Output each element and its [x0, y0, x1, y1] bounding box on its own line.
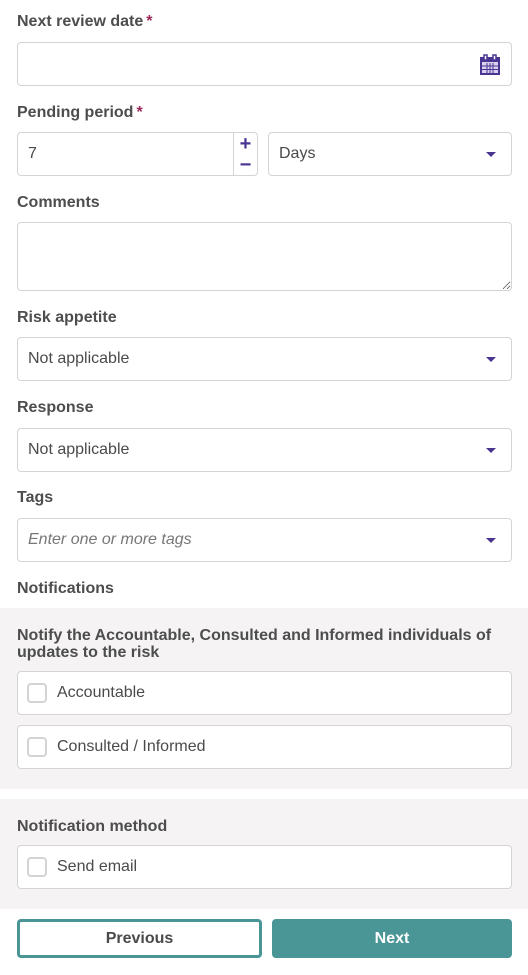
next-review-date-label: Next review date * — [17, 13, 153, 31]
calendar-icon[interactable] — [479, 54, 501, 76]
accountable-checkbox-row[interactable]: Accountable — [17, 671, 512, 715]
tags-label: Tags — [17, 489, 54, 506]
chevron-down-icon[interactable] — [486, 447, 496, 453]
accountable-checkbox[interactable] — [27, 683, 47, 703]
notify-panel: Notify the Accountable, Consulted and In… — [0, 608, 528, 789]
pending-period-unit-value: Days — [279, 145, 316, 162]
plus-icon[interactable]: + — [234, 133, 257, 154]
notifications-label: Notifications — [17, 580, 114, 597]
accountable-label: Accountable — [57, 684, 146, 701]
chevron-down-icon[interactable] — [486, 537, 496, 543]
required-marker: * — [136, 104, 143, 121]
next-review-date-input[interactable] — [17, 42, 512, 86]
tags-placeholder[interactable]: Enter one or more tags — [18, 531, 486, 549]
pending-period-label-text: Pending period — [17, 104, 134, 121]
send-email-label: Send email — [57, 858, 138, 875]
response-select[interactable]: Not applicable — [17, 428, 512, 472]
comments-label: Comments — [17, 194, 100, 211]
risk-appetite-label: Risk appetite — [17, 309, 117, 326]
response-value: Not applicable — [28, 441, 130, 458]
pending-period-value[interactable]: 7 — [18, 133, 233, 175]
send-email-checkbox[interactable] — [27, 857, 47, 877]
next-review-date-label-text: Next review date — [17, 13, 144, 30]
comments-textarea[interactable] — [17, 222, 512, 291]
consulted-informed-label: Consulted / Informed — [57, 738, 206, 755]
next-button[interactable]: Next — [272, 919, 512, 958]
notification-method-panel: Notification method Send email — [0, 799, 528, 909]
minus-icon[interactable]: − — [234, 154, 257, 175]
risk-appetite-select[interactable]: Not applicable — [17, 337, 512, 381]
risk-appetite-value: Not applicable — [28, 350, 130, 367]
chevron-down-icon[interactable] — [486, 151, 496, 157]
previous-button[interactable]: Previous — [17, 919, 262, 958]
required-marker: * — [146, 13, 153, 30]
pending-period-label: Pending period * — [17, 104, 143, 122]
notification-method-title: Notification method — [17, 818, 168, 835]
chevron-down-icon[interactable] — [486, 356, 496, 362]
stepper-buttons: + − — [233, 133, 257, 175]
consulted-informed-checkbox-row[interactable]: Consulted / Informed — [17, 725, 512, 769]
pending-period-stepper[interactable]: 7 + − — [17, 132, 258, 176]
notify-title: Notify the Accountable, Consulted and In… — [17, 627, 492, 661]
consulted-informed-checkbox[interactable] — [27, 737, 47, 757]
send-email-checkbox-row[interactable]: Send email — [17, 845, 512, 889]
pending-period-unit-select[interactable]: Days — [268, 132, 512, 176]
response-label: Response — [17, 399, 94, 416]
tags-input[interactable]: Enter one or more tags — [17, 518, 512, 562]
